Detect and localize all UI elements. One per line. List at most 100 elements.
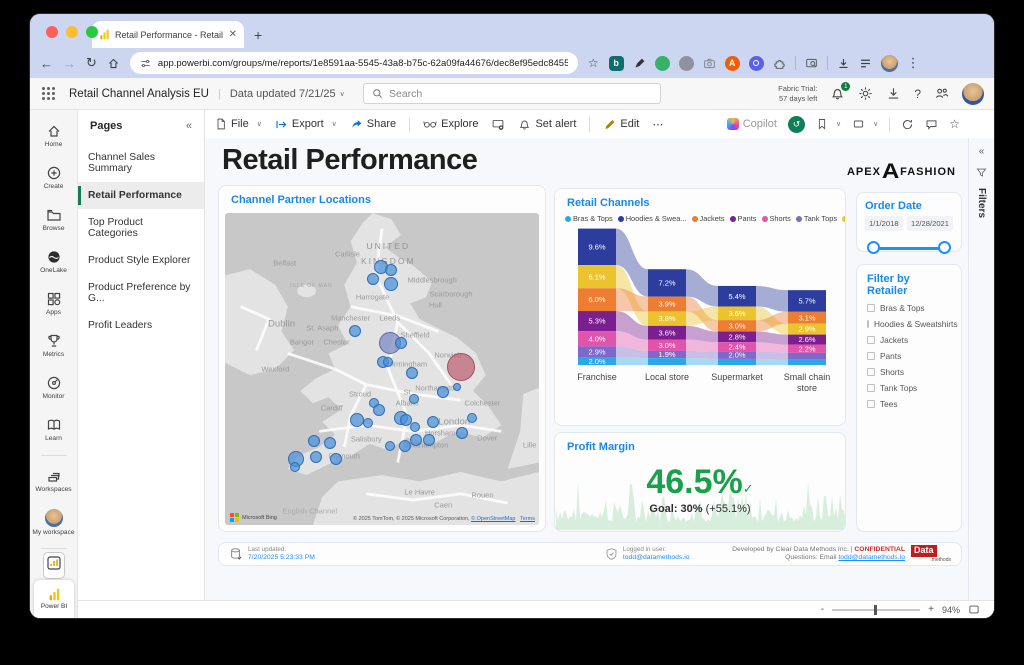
file-menu[interactable]: File∨ xyxy=(215,118,262,130)
checkbox[interactable] xyxy=(867,400,875,408)
user-avatar[interactable] xyxy=(962,83,984,105)
bookmark-star-icon[interactable]: ☆ xyxy=(588,56,599,70)
terms-link[interactable]: Terms xyxy=(520,516,535,522)
retailer-option-tees[interactable]: Tees xyxy=(857,396,961,412)
fit-to-page-icon[interactable] xyxy=(968,604,980,615)
extension-pen-icon[interactable] xyxy=(633,57,646,70)
retailer-option-bras-tops[interactable]: Bras & Tops xyxy=(857,300,961,316)
extension-indigo-icon[interactable] xyxy=(749,56,764,71)
back-icon[interactable]: ← xyxy=(40,56,53,71)
osm-link[interactable]: © OpenStreetMap xyxy=(471,516,515,522)
rail-item-monitor[interactable]: Monitor xyxy=(32,368,76,408)
map-bubble[interactable] xyxy=(310,451,322,463)
global-search-input[interactable]: Search xyxy=(363,83,661,104)
map-bubble[interactable] xyxy=(406,367,418,379)
legend-item-tank[interactable]: Tank Tops xyxy=(796,214,837,223)
minimize-window-button[interactable] xyxy=(66,26,78,38)
date-range-slider[interactable] xyxy=(867,241,951,255)
map-bubble[interactable] xyxy=(453,383,461,391)
chevron-down-icon[interactable]: ∨ xyxy=(340,90,345,98)
share-feedback-icon[interactable] xyxy=(934,86,949,101)
workspace-title[interactable]: Retail Channel Analysis EU xyxy=(69,88,209,100)
map-bubble[interactable] xyxy=(367,273,379,285)
download-icon[interactable] xyxy=(886,86,901,101)
legend-item-tees[interactable]: Tees xyxy=(842,214,845,223)
rail-item-my-workspace[interactable]: My workspace xyxy=(32,503,76,543)
explore-button[interactable]: Explore xyxy=(423,118,478,130)
help-icon[interactable]: ? xyxy=(914,87,921,101)
map-bubble[interactable] xyxy=(423,434,435,446)
map-bubble[interactable] xyxy=(385,441,395,451)
bookmarks-button[interactable]: ∨ xyxy=(816,118,841,130)
rail-item-home[interactable]: Home xyxy=(32,116,76,156)
email-link[interactable]: todd@datamethods.io xyxy=(838,554,905,561)
checkbox[interactable] xyxy=(867,384,875,392)
new-tab-button[interactable]: + xyxy=(254,27,262,43)
rail-item-onelake[interactable]: OneLake xyxy=(32,242,76,282)
checkbox[interactable] xyxy=(867,368,875,376)
extension-evernote-icon[interactable] xyxy=(655,56,670,71)
present-button[interactable] xyxy=(491,118,505,131)
home-icon[interactable] xyxy=(107,57,120,70)
zoom-slider-thumb[interactable] xyxy=(874,605,877,615)
map-bubble[interactable] xyxy=(437,386,449,398)
legend-item-pants[interactable]: Pants xyxy=(730,214,757,223)
end-date-input[interactable]: 12/28/2021 xyxy=(907,216,953,231)
map-bubble[interactable] xyxy=(290,462,300,472)
map-bubble[interactable] xyxy=(330,453,342,465)
downloads-icon[interactable] xyxy=(837,57,850,70)
map-bubble[interactable] xyxy=(447,353,475,381)
forward-icon[interactable]: → xyxy=(63,56,76,71)
notifications-bell-icon[interactable]: 1 xyxy=(830,86,845,101)
powerbi-app-switcher[interactable]: Power BI xyxy=(34,580,74,618)
checkbox[interactable] xyxy=(867,352,875,360)
ribbon-segment-bras[interactable] xyxy=(788,360,826,365)
rail-item-learn[interactable]: Learn xyxy=(32,410,76,450)
tab-close-icon[interactable]: ✕ xyxy=(229,29,237,40)
map-bubble[interactable] xyxy=(363,418,373,428)
legend-item-jackets[interactable]: Jackets xyxy=(692,214,725,223)
zoom-out-button[interactable]: - xyxy=(821,604,824,615)
browser-tab[interactable]: Retail Performance - Retail Ch ✕ xyxy=(92,21,244,48)
zoom-window-button[interactable] xyxy=(86,26,98,38)
more-options-button[interactable]: ⋯ xyxy=(652,118,663,131)
legend-item-hoodies[interactable]: Hoodies & Swea... xyxy=(618,214,687,223)
map-bubble[interactable] xyxy=(308,435,320,447)
map-bubble[interactable] xyxy=(427,416,439,428)
address-bar[interactable]: app.powerbi.com/groups/me/reports/1e8591… xyxy=(130,52,578,74)
map-bubble[interactable] xyxy=(385,264,397,276)
map-bubble[interactable] xyxy=(399,440,411,452)
retailer-option-pants[interactable]: Pants xyxy=(857,348,961,364)
favorite-star-icon[interactable]: ☆ xyxy=(949,117,960,131)
site-settings-icon[interactable] xyxy=(140,58,151,69)
extension-gray-icon[interactable] xyxy=(679,56,694,71)
map-bubble[interactable] xyxy=(350,413,364,427)
reading-list-icon[interactable] xyxy=(859,57,872,70)
map-bubble[interactable] xyxy=(456,427,468,439)
rail-item-create[interactable]: Create xyxy=(32,158,76,198)
extensions-puzzle-icon[interactable] xyxy=(773,57,786,70)
filters-pane-collapsed[interactable]: « Filters xyxy=(968,138,994,600)
bing-map[interactable]: Microsoft Bing © 2025 TomTom, © 2025 Mic… xyxy=(225,213,539,525)
zoom-in-button[interactable]: + xyxy=(928,604,934,615)
view-menu[interactable]: ∨ xyxy=(852,118,878,130)
share-button[interactable]: Share xyxy=(350,118,396,131)
retailer-option-tank-tops[interactable]: Tank Tops xyxy=(857,380,961,396)
map-bubble[interactable] xyxy=(395,337,407,349)
checkbox[interactable] xyxy=(867,304,875,312)
retailer-option-hoodies-sweatshirts[interactable]: Hoodies & Sweatshirts xyxy=(857,316,961,332)
map-bubble[interactable] xyxy=(383,357,393,367)
waffle-menu-icon[interactable] xyxy=(42,87,55,100)
ribbon-segment-bras[interactable] xyxy=(648,358,686,365)
data-updated-label[interactable]: Data updated 7/21/25 xyxy=(230,88,336,100)
ribbon-segment-bras[interactable] xyxy=(718,359,756,365)
browser-menu-icon[interactable]: ⋮ xyxy=(907,55,920,71)
close-window-button[interactable] xyxy=(46,26,58,38)
legend-item-shorts[interactable]: Shorts xyxy=(762,214,791,223)
page-item-profit-leaders[interactable]: Profit Leaders xyxy=(78,312,204,339)
map-bubble[interactable] xyxy=(410,422,420,432)
map-bubble[interactable] xyxy=(409,394,419,404)
rail-item-apps[interactable]: Apps xyxy=(32,284,76,324)
extension-camera-icon[interactable] xyxy=(703,57,716,70)
inspect-icon[interactable] xyxy=(805,57,818,70)
